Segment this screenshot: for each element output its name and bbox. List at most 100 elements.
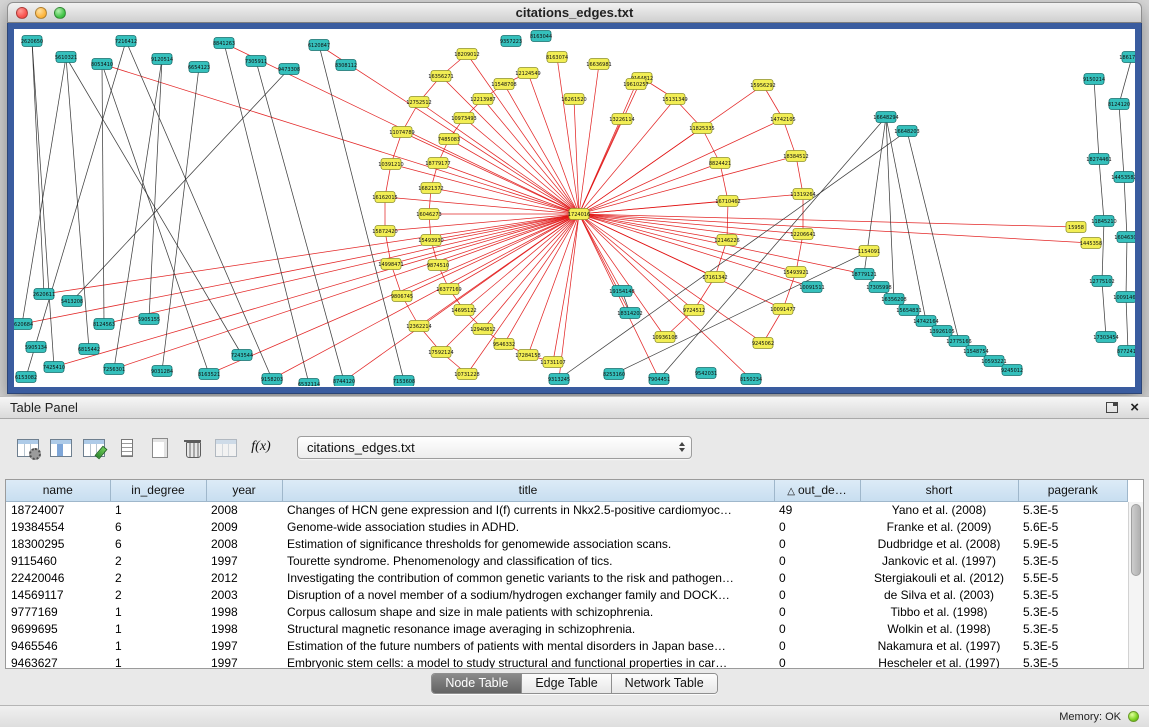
graph-node[interactable]: 14742164 <box>913 316 938 327</box>
graph-node[interactable]: 15958 <box>1066 222 1086 233</box>
graph-node[interactable]: 7425410 <box>43 362 65 373</box>
graph-node[interactable]: 16261520 <box>561 94 586 105</box>
graph-node[interactable]: 15872420 <box>372 226 397 237</box>
graph-node[interactable]: 16648203 <box>894 126 919 137</box>
graph-node[interactable]: 12362214 <box>406 321 431 332</box>
graph-node[interactable]: 16821372 <box>418 183 443 194</box>
table-row[interactable]: 977716911998Corpus callosum shape and si… <box>6 604 1128 621</box>
graph-node[interactable]: 5610321 <box>55 52 77 63</box>
graph-node[interactable]: 16046301 <box>1114 232 1135 243</box>
graph-node[interactable]: 11548754 <box>963 346 988 357</box>
graph-node[interactable]: 18617402 <box>1119 52 1135 63</box>
network-canvas[interactable]: 1724016121245491154870812213987109734937… <box>14 29 1135 386</box>
graph-node[interactable]: 10731228 <box>454 369 479 380</box>
graph-node[interactable]: 14695122 <box>451 305 476 316</box>
graph-node[interactable]: 17303454 <box>1093 332 1118 343</box>
graph-node[interactable]: 8150234 <box>740 374 762 385</box>
graph-node[interactable]: 19610257 <box>623 79 648 90</box>
graph-node[interactable]: 16710462 <box>715 196 740 207</box>
graph-node[interactable]: 7216412 <box>115 36 137 47</box>
graph-node[interactable]: 7904451 <box>648 374 670 385</box>
graph-node[interactable]: 11731107 <box>540 357 565 368</box>
graph-node[interactable]: 10091477 <box>770 304 795 315</box>
graph-node[interactable]: 12213987 <box>470 94 495 105</box>
table-settings-icon[interactable] <box>16 436 40 458</box>
tab-edge-table[interactable]: Edge Table <box>522 674 611 693</box>
graph-node[interactable]: 1154091 <box>858 246 880 257</box>
window-titlebar[interactable]: citations_edges.txt <box>7 2 1142 23</box>
graph-node[interactable]: 10973493 <box>451 113 476 124</box>
graph-node[interactable]: 17305998 <box>866 282 891 293</box>
graph-node[interactable]: 2620684 <box>14 319 33 330</box>
graph-node[interactable]: 16636981 <box>586 59 611 70</box>
graph-node[interactable]: 10391210 <box>378 159 403 170</box>
graph-node[interactable]: 15493921 <box>783 267 808 278</box>
graph-node[interactable]: 8124120 <box>1108 99 1130 110</box>
graph-node[interactable]: 7256301 <box>103 364 125 375</box>
graph-node[interactable]: 11825335 <box>689 123 714 134</box>
graph-node[interactable]: 9542031 <box>695 368 717 379</box>
graph-node[interactable]: 9357223 <box>500 36 522 47</box>
graph-node[interactable]: 18779177 <box>425 158 450 169</box>
graph-node[interactable]: 15654831 <box>896 305 921 316</box>
table-row[interactable]: 1456911722003Disruption of a novel membe… <box>6 587 1128 604</box>
graph-node[interactable]: 16356271 <box>428 71 453 82</box>
graph-node[interactable]: 12775166 <box>946 336 971 347</box>
graph-node[interactable]: 9158203 <box>261 374 283 385</box>
graph-node[interactable]: 11074789 <box>389 127 414 138</box>
graph-node[interactable]: 9245012 <box>1001 365 1023 376</box>
graph-node[interactable]: 7485083 <box>438 134 460 145</box>
graph-node[interactable]: 9150214 <box>1083 74 1105 85</box>
float-panel-icon[interactable] <box>1106 402 1118 413</box>
graph-node[interactable]: 11548708 <box>491 79 516 90</box>
graph-node[interactable]: 1724016 <box>568 209 590 220</box>
graph-node[interactable]: 18384512 <box>783 151 808 162</box>
graph-node[interactable]: 12146226 <box>714 235 739 246</box>
graph-node[interactable]: 15956292 <box>750 80 775 91</box>
graph-node[interactable]: 18209012 <box>454 49 479 60</box>
tab-node-table[interactable]: Node Table <box>432 674 522 693</box>
graph-node[interactable]: 6120847 <box>308 40 330 51</box>
graph-node[interactable]: 5905134 <box>25 342 47 353</box>
edit-table-icon[interactable] <box>82 436 106 458</box>
graph-node[interactable]: 6153082 <box>15 372 37 383</box>
graph-node[interactable]: 9874510 <box>427 260 449 271</box>
graph-node[interactable]: 6815442 <box>78 344 100 355</box>
graph-node[interactable]: 18274461 <box>1086 154 1111 165</box>
new-document-icon[interactable] <box>148 436 172 458</box>
graph-node[interactable]: 9031284 <box>151 366 173 377</box>
graph-node[interactable]: 8824421 <box>709 158 731 169</box>
graph-node[interactable]: 16377169 <box>436 284 461 295</box>
graph-node[interactable]: 16648294 <box>873 112 898 123</box>
graph-node[interactable]: 8053410 <box>91 59 113 70</box>
column-header-title[interactable]: title <box>282 480 774 501</box>
graph-node[interactable]: 1445358 <box>1080 238 1102 249</box>
table-scrollbar-thumb[interactable] <box>1131 504 1141 576</box>
graph-node[interactable]: 17284158 <box>515 350 540 361</box>
row-height-icon[interactable] <box>115 436 139 458</box>
graph-node[interactable]: 8308112 <box>335 60 357 71</box>
graph-node[interactable]: 7243544 <box>231 350 253 361</box>
graph-node[interactable]: 16356208 <box>881 294 906 305</box>
graph-node[interactable]: 6532114 <box>298 379 320 387</box>
graph-node[interactable]: 11845210 <box>1091 216 1116 227</box>
column-header-in_degree[interactable]: in_degree <box>110 480 206 501</box>
graph-node[interactable]: 13226114 <box>609 114 634 125</box>
table-row[interactable]: 946554611997Estimation of the future num… <box>6 638 1128 655</box>
graph-node[interactable]: 9313245 <box>548 374 570 385</box>
table-row[interactable]: 1872400712008Changes of HCN gene express… <box>6 501 1128 519</box>
graph-node[interactable]: 5413208 <box>61 296 83 307</box>
graph-node[interactable]: 8163074 <box>546 52 568 63</box>
graph-node[interactable]: 5905155 <box>138 314 160 325</box>
graph-node[interactable]: 6654123 <box>188 62 210 73</box>
table-row[interactable]: 2242004622012Investigating the contribut… <box>6 570 1128 587</box>
graph-node[interactable]: 12940812 <box>470 324 495 335</box>
graph-node[interactable]: 17592124 <box>428 347 453 358</box>
tab-network-table[interactable]: Network Table <box>612 674 717 693</box>
window-zoom-button[interactable] <box>54 7 66 19</box>
graph-node[interactable]: 18779121 <box>851 269 876 280</box>
graph-node[interactable]: 9120514 <box>151 54 173 65</box>
table-selector-dropdown[interactable]: citations_edges.txt <box>297 436 692 459</box>
graph-node[interactable]: 19154148 <box>609 286 634 297</box>
graph-node[interactable]: 17161342 <box>702 272 727 283</box>
